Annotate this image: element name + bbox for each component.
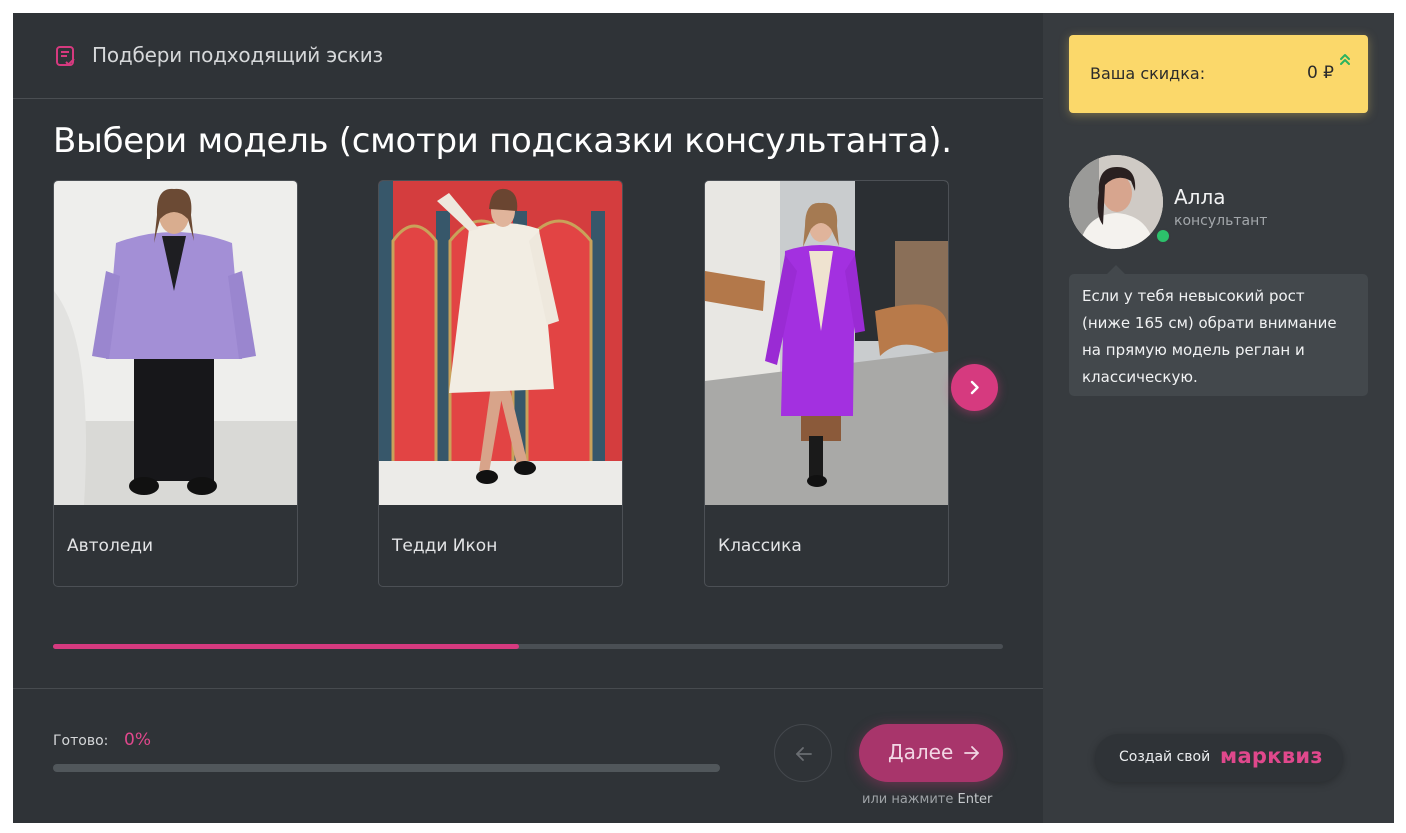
progress-label: Готово:: [53, 733, 109, 749]
arrow-right-icon: [964, 746, 979, 760]
avatar: [1069, 155, 1163, 249]
chevron-right-icon: [970, 380, 979, 395]
option-card-teddy-icon[interactable]: Тедди Икон: [378, 180, 623, 587]
carousel-scrollbar-thumb[interactable]: [53, 644, 519, 649]
header: Подбери подходящий эскиз: [13, 13, 1043, 99]
option-label: Классика: [718, 536, 802, 556]
option-card-klassika[interactable]: Классика: [704, 180, 949, 587]
option-card-avtoledi[interactable]: Автоледи: [53, 180, 298, 587]
consultant-role: консультант: [1174, 213, 1268, 229]
discount-label: Ваша скидка:: [1090, 64, 1206, 83]
option-label: Тедди Икон: [392, 536, 498, 556]
app: Подбери подходящий эскиз Выбери модель (…: [13, 13, 1394, 823]
next-button-label: Далее: [888, 740, 954, 764]
option-photo: [54, 181, 297, 505]
discount-box: Ваша скидка: 0 ₽: [1069, 35, 1368, 113]
brand-logo: марквиз: [1220, 744, 1323, 768]
next-button[interactable]: Далее: [859, 724, 1003, 782]
page-title: Подбери подходящий эскиз: [92, 43, 383, 67]
option-label: Автоледи: [67, 536, 154, 556]
arrow-left-icon: [796, 747, 812, 761]
online-status-dot: [1155, 228, 1171, 244]
progress-bar: [53, 764, 720, 772]
back-button[interactable]: [774, 724, 832, 782]
option-photo: [705, 181, 948, 505]
keyboard-hint: или нажмите Enter: [862, 792, 992, 807]
consultant-message-text: Если у тебя невысокий рост (ниже 165 см)…: [1082, 287, 1337, 386]
discount-value: 0 ₽: [1306, 63, 1334, 83]
carousel-scrollbar[interactable]: [53, 644, 1003, 649]
question-title: Выбери модель (смотри подсказки консульт…: [53, 121, 952, 161]
sidebar: Ваша скидка: 0 ₽ Алла консультант Если у…: [1043, 13, 1394, 823]
checklist-icon: [55, 45, 77, 67]
consultant-name: Алла: [1174, 185, 1226, 209]
footer: Готово: 0% Далее или нажмите Enter: [13, 688, 1043, 823]
hint-key: Enter: [957, 792, 993, 807]
quiz-main: Подбери подходящий эскиз Выбери модель (…: [13, 13, 1043, 823]
carousel-next-button[interactable]: [951, 364, 998, 411]
hint-text: или нажмите: [862, 792, 954, 807]
consultant-message: Если у тебя невысокий рост (ниже 165 см)…: [1069, 265, 1368, 396]
progress-value: 0%: [124, 730, 151, 750]
create-quiz-button[interactable]: Создай свой марквиз: [1095, 734, 1343, 782]
create-quiz-text: Создай свой: [1119, 749, 1211, 765]
double-chevron-up-icon: [1340, 54, 1350, 65]
option-photo: [379, 181, 622, 505]
